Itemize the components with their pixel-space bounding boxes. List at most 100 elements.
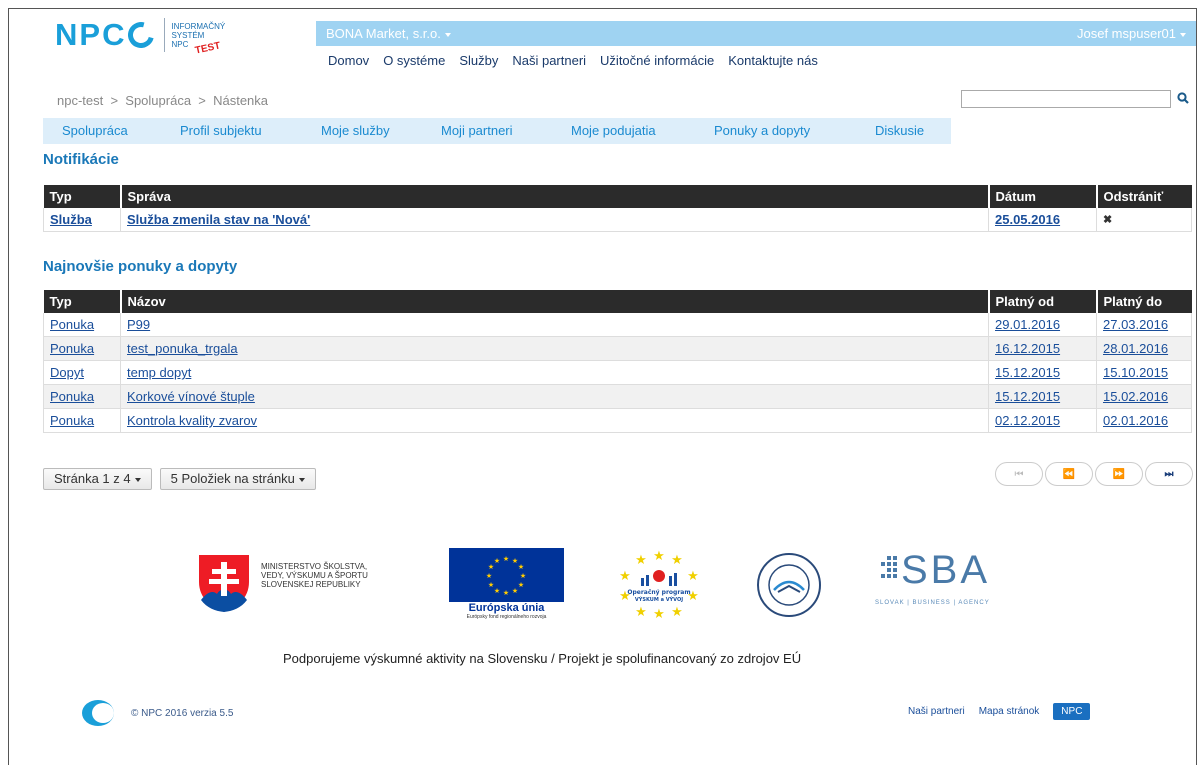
notification-message-link[interactable]: Služba zmenila stav na 'Nová' [127,212,310,227]
footer-links: Naši partneri Mapa stránok NPC [908,703,1091,720]
svg-text:★: ★ [687,569,699,584]
offer-from-link[interactable]: 15.12.2015 [995,389,1060,404]
svg-text:★: ★ [635,605,647,620]
offer-name-link[interactable]: temp dopyt [127,365,191,380]
npc-badge[interactable]: NPC [1053,703,1091,720]
svg-text:VÝSKUM a VÝVOJ: VÝSKUM a VÝVOJ [635,596,683,603]
logo-ring-icon [123,17,160,53]
offer-to-link[interactable]: 02.01.2016 [1103,413,1168,428]
offer-type-link[interactable]: Ponuka [50,413,94,428]
search-button[interactable] [1177,89,1191,107]
first-page-icon: ⏮ [1014,468,1024,480]
prev-page-button[interactable]: ⏪ [1045,462,1093,486]
chevron-down-icon [134,477,141,482]
tab-my-services[interactable]: Moje služby [321,123,390,138]
column-header: Typ [43,185,122,208]
svg-text:★: ★ [503,555,509,563]
svg-text:★: ★ [520,572,526,580]
search-input[interactable] [961,90,1171,108]
user-menu[interactable]: Josef mspuser01 [1077,26,1186,41]
first-page-button[interactable]: ⏮ [995,462,1043,486]
search-icon [1177,92,1189,104]
offer-name-link[interactable]: Kontrola kvality zvarov [127,413,257,428]
offer-type-link[interactable]: Ponuka [50,341,94,356]
footer-link-sitemap[interactable]: Mapa stránok [979,706,1040,717]
tab-subject-profile[interactable]: Profil subjektu [180,123,262,138]
column-header: Platný od [988,290,1098,313]
ministry-logo-text: MINISTERSTVO ŠKOLSTVA, VEDY, VÝSKUMU A Š… [261,562,368,589]
svg-text:★: ★ [671,553,683,568]
sba-mark-icon [881,556,897,578]
notification-date-link[interactable]: 25.05.2016 [995,212,1060,227]
svg-text:★: ★ [488,581,494,589]
copyright: © NPC 2016 verzia 5.5 [131,708,234,719]
page-select-button[interactable]: Stránka 1 z 4 [43,468,152,490]
eu-flag-icon: ★ ★ ★ ★ ★ ★ ★ ★ ★ ★ ★ ★ [449,548,564,602]
offer-type-link[interactable]: Ponuka [50,317,94,332]
offer-from-link[interactable]: 02.12.2015 [995,413,1060,428]
offer-to-link[interactable]: 27.03.2016 [1103,317,1168,332]
operational-program-logo: ★★ ★ ★ ★★ ★ ★ ★ ★ Operačný program VÝSKUM a V… [619,549,699,620]
company-selector[interactable]: BONA Market, s.r.o. [326,26,451,41]
last-page-icon: ⏭ [1164,468,1174,480]
svg-text:★: ★ [619,569,631,584]
svg-text:★: ★ [635,553,647,568]
table-row: Služba Služba zmenila stav na 'Nová' 25.… [43,208,1192,232]
tab-cooperation[interactable]: Spolupráca [62,123,128,138]
remove-icon[interactable]: ✖ [1103,214,1112,226]
chevron-down-icon [444,32,451,37]
svg-text:★: ★ [512,587,518,595]
next-page-button[interactable]: ⏩ [1095,462,1143,486]
offers-table: Typ Názov Platný od Platný do Ponuka P99… [43,290,1192,433]
chevron-down-icon [298,477,305,482]
breadcrumb: npc-test > Spolupráca > Nástenka [57,93,269,108]
nav-services[interactable]: Služby [459,53,498,68]
offer-from-link[interactable]: 29.01.2016 [995,317,1060,332]
offer-name-link[interactable]: P99 [127,317,150,332]
column-header: Typ [43,290,122,313]
tab-my-events[interactable]: Moje podujatia [571,123,656,138]
cvti-logo-icon [757,553,821,617]
sub-nav: Spolupráca Profil subjektu Moje služby M… [43,118,951,144]
offer-to-link[interactable]: 28.01.2016 [1103,341,1168,356]
notification-type-link[interactable]: Služba [50,212,92,227]
offer-type-link[interactable]: Ponuka [50,389,94,404]
svg-text:★: ★ [494,557,500,565]
offer-name-link[interactable]: test_ponuka_trgala [127,341,238,356]
offer-to-link[interactable]: 15.02.2016 [1103,389,1168,404]
table-row: Ponuka Kontrola kvality zvarov 02.12.201… [43,408,1192,433]
column-header: Odstrániť [1096,185,1192,208]
tab-discussions[interactable]: Diskusie [875,123,924,138]
offer-from-link[interactable]: 15.12.2015 [995,365,1060,380]
column-header: Platný do [1096,290,1192,313]
offer-name-link[interactable]: Korkové vínové štuple [127,389,255,404]
column-header: Správa [120,185,990,208]
footer-link-partners[interactable]: Naši partneri [908,706,965,717]
offer-type-link[interactable]: Dopyt [50,365,84,380]
logo-subtitle: INFORMAČNÝ SYSTÉM NPC TEST [171,21,226,57]
per-page-select-button[interactable]: 5 Položiek na stránku [159,468,316,490]
tab-my-partners[interactable]: Moji partneri [441,123,513,138]
chevron-down-icon [1180,32,1186,37]
nav-partners[interactable]: Naši partneri [512,53,586,68]
table-row: Dopyt temp dopyt 15.12.2015 15.10.2015 [43,360,1192,385]
nav-about[interactable]: O systéme [383,53,445,68]
partner-logos: MINISTERSTVO ŠKOLSTVA, VEDY, VÝSKUMU A Š… [0,544,1204,624]
last-page-button[interactable]: ⏭ [1145,462,1193,486]
logo-text: NPC [55,17,127,52]
svg-text:Operačný program: Operačný program [627,589,690,596]
npc-logo[interactable]: NPC INFORMAČNÝ SYSTÉM NPC TEST [55,17,226,57]
next-page-icon: ⏩ [1112,468,1126,480]
column-header: Dátum [988,185,1098,208]
tab-offers-demands[interactable]: Ponuky a dopyty [714,123,810,138]
offer-to-link[interactable]: 15.10.2015 [1103,365,1168,380]
nav-contact[interactable]: Kontaktujte nás [728,53,818,68]
table-row: Ponuka test_ponuka_trgala 16.12.2015 28.… [43,336,1192,361]
svg-text:★: ★ [503,589,509,597]
table-row: Ponuka Korkové vínové štuple 15.12.2015 … [43,384,1192,409]
prev-page-icon: ⏪ [1062,468,1076,480]
nav-useful-info[interactable]: Užitočné informácie [600,53,714,68]
offer-from-link[interactable]: 16.12.2015 [995,341,1060,356]
top-bar: BONA Market, s.r.o. Josef mspuser01 [316,21,1196,46]
nav-home[interactable]: Domov [328,53,369,68]
